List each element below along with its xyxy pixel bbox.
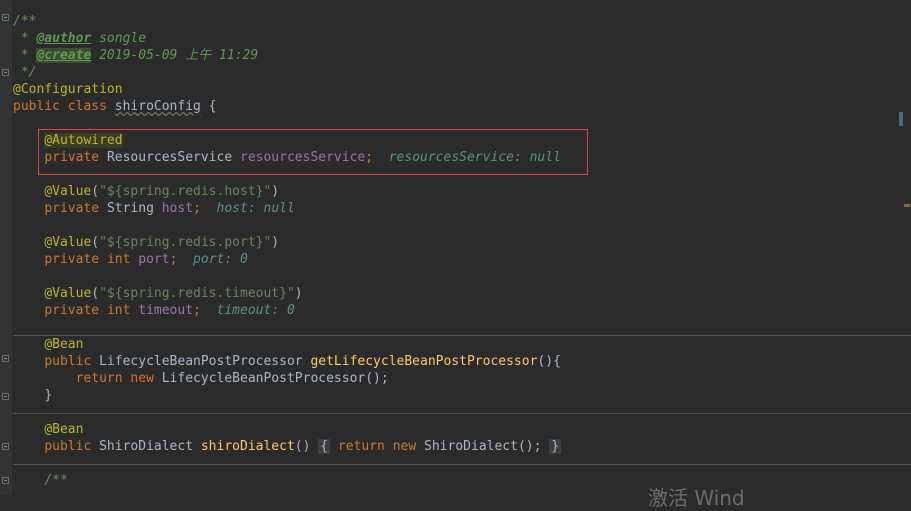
keyword: return bbox=[75, 371, 123, 386]
code-line: * @create 2019-05-09 上午 11:29 bbox=[13, 47, 258, 64]
debug-value-hint: timeout: 0 bbox=[216, 303, 295, 318]
fold-toggle-icon[interactable] bbox=[2, 477, 9, 484]
doc-comment-open: /** bbox=[13, 14, 37, 29]
field-name: timeout bbox=[138, 303, 194, 318]
code-line: * @author songle bbox=[13, 30, 146, 47]
scrollbar-marker[interactable] bbox=[899, 112, 903, 126]
code-line: return new LifecycleBeanPostProcessor(); bbox=[13, 370, 389, 387]
class-name: shiroConfig bbox=[114, 99, 201, 114]
scrollbar-warning-marker[interactable] bbox=[904, 204, 910, 207]
code-line: } bbox=[13, 387, 52, 404]
primitive-type: int bbox=[106, 252, 131, 267]
semicolon: ; bbox=[193, 303, 201, 318]
semicolon: ; bbox=[193, 201, 201, 216]
folded-brace[interactable]: { bbox=[318, 439, 331, 454]
doc-prefix: * bbox=[13, 31, 37, 46]
fold-toggle-icon[interactable] bbox=[2, 393, 9, 400]
code-line: @Configuration bbox=[13, 81, 123, 98]
keyword: class bbox=[67, 99, 107, 114]
field-type: String bbox=[106, 201, 154, 216]
brace: } bbox=[44, 388, 53, 403]
semicolon: ; bbox=[169, 252, 178, 267]
code-line: private String host; host: null bbox=[13, 200, 295, 217]
method-separator bbox=[13, 413, 911, 414]
fold-toggle-icon[interactable] bbox=[2, 69, 9, 76]
keyword: public bbox=[44, 354, 92, 369]
keyword: public bbox=[13, 99, 60, 114]
editor-gutter bbox=[0, 0, 12, 495]
field-name: host bbox=[161, 201, 194, 216]
debug-value-hint: port: 0 bbox=[193, 252, 248, 267]
fold-toggle-icon[interactable] bbox=[2, 14, 9, 21]
code-line: private int timeout; timeout: 0 bbox=[13, 302, 295, 319]
code-line: public ShiroDialect shiroDialect() { ret… bbox=[13, 438, 562, 455]
keyword: new bbox=[392, 439, 417, 454]
method-name: getLifecycleBeanPostProcessor bbox=[310, 354, 538, 369]
method-separator bbox=[13, 335, 911, 336]
method-parens: () bbox=[294, 439, 311, 454]
code-line: */ bbox=[13, 64, 37, 81]
method-annotation: @Bean bbox=[44, 337, 84, 352]
keyword: return bbox=[337, 439, 385, 454]
code-line: public class shiroConfig { bbox=[13, 98, 217, 115]
code-line: @Value("${spring.redis.timeout}") bbox=[44, 286, 303, 301]
code-editor[interactable]: /** * @author songle * @create 2019-05-0… bbox=[13, 0, 911, 495]
keyword: private bbox=[44, 303, 100, 318]
code-line: @Value("${spring.redis.port}") bbox=[44, 235, 280, 250]
code-line: /** bbox=[13, 13, 36, 30]
brace: { bbox=[200, 99, 217, 114]
keyword: public bbox=[44, 439, 92, 454]
debug-value-hint: host: null bbox=[216, 201, 295, 216]
class-annotation: @Configuration bbox=[13, 82, 123, 97]
code-line: @Bean bbox=[13, 421, 83, 438]
code-line: /** bbox=[13, 472, 68, 489]
keyword: private bbox=[44, 252, 100, 267]
highlight-box bbox=[38, 129, 588, 175]
field-annotation: @Value bbox=[44, 184, 92, 199]
field-annotation: @Value bbox=[44, 286, 92, 301]
doc-comment-close: */ bbox=[13, 65, 37, 80]
annotation-arg: "${spring.redis.timeout}" bbox=[99, 286, 295, 301]
primitive-type: int bbox=[106, 303, 131, 318]
fold-toggle-icon[interactable] bbox=[2, 355, 9, 362]
code-line: @Bean bbox=[13, 336, 83, 353]
return-type: ShiroDialect bbox=[99, 439, 194, 454]
annotation-arg: "${spring.redis.port}" bbox=[99, 235, 272, 250]
annotation-arg: "${spring.redis.host}" bbox=[99, 184, 272, 199]
method-name: shiroDialect bbox=[200, 439, 295, 454]
code-line: @Value("${spring.redis.host}") bbox=[44, 184, 280, 199]
method-signature-tail: (){ bbox=[537, 354, 561, 369]
code-line: private int port; port: 0 bbox=[13, 251, 248, 268]
field-name: port bbox=[138, 252, 170, 267]
doc-prefix: * bbox=[13, 48, 37, 63]
return-expression: ShiroDialect(); bbox=[424, 439, 542, 454]
doc-create-tag: @create bbox=[36, 48, 92, 63]
activation-watermark: 激活 Wind bbox=[648, 486, 745, 510]
doc-create-value: 2019-05-09 上午 11:29 bbox=[91, 48, 259, 63]
method-separator bbox=[13, 464, 911, 465]
doc-author-tag: @author bbox=[36, 31, 92, 46]
doc-comment-open: /** bbox=[44, 473, 68, 488]
method-annotation: @Bean bbox=[44, 422, 84, 437]
field-annotation: @Value bbox=[44, 235, 92, 250]
return-expression: LifecycleBeanPostProcessor(); bbox=[161, 371, 389, 386]
return-type: LifecycleBeanPostProcessor bbox=[99, 354, 303, 369]
doc-author-value: songle bbox=[91, 31, 147, 46]
code-line: public LifecycleBeanPostProcessor getLif… bbox=[13, 353, 561, 370]
fold-toggle-icon[interactable] bbox=[2, 443, 9, 450]
folded-brace[interactable]: } bbox=[549, 439, 562, 454]
keyword: private bbox=[44, 201, 100, 216]
keyword: new bbox=[130, 371, 154, 386]
